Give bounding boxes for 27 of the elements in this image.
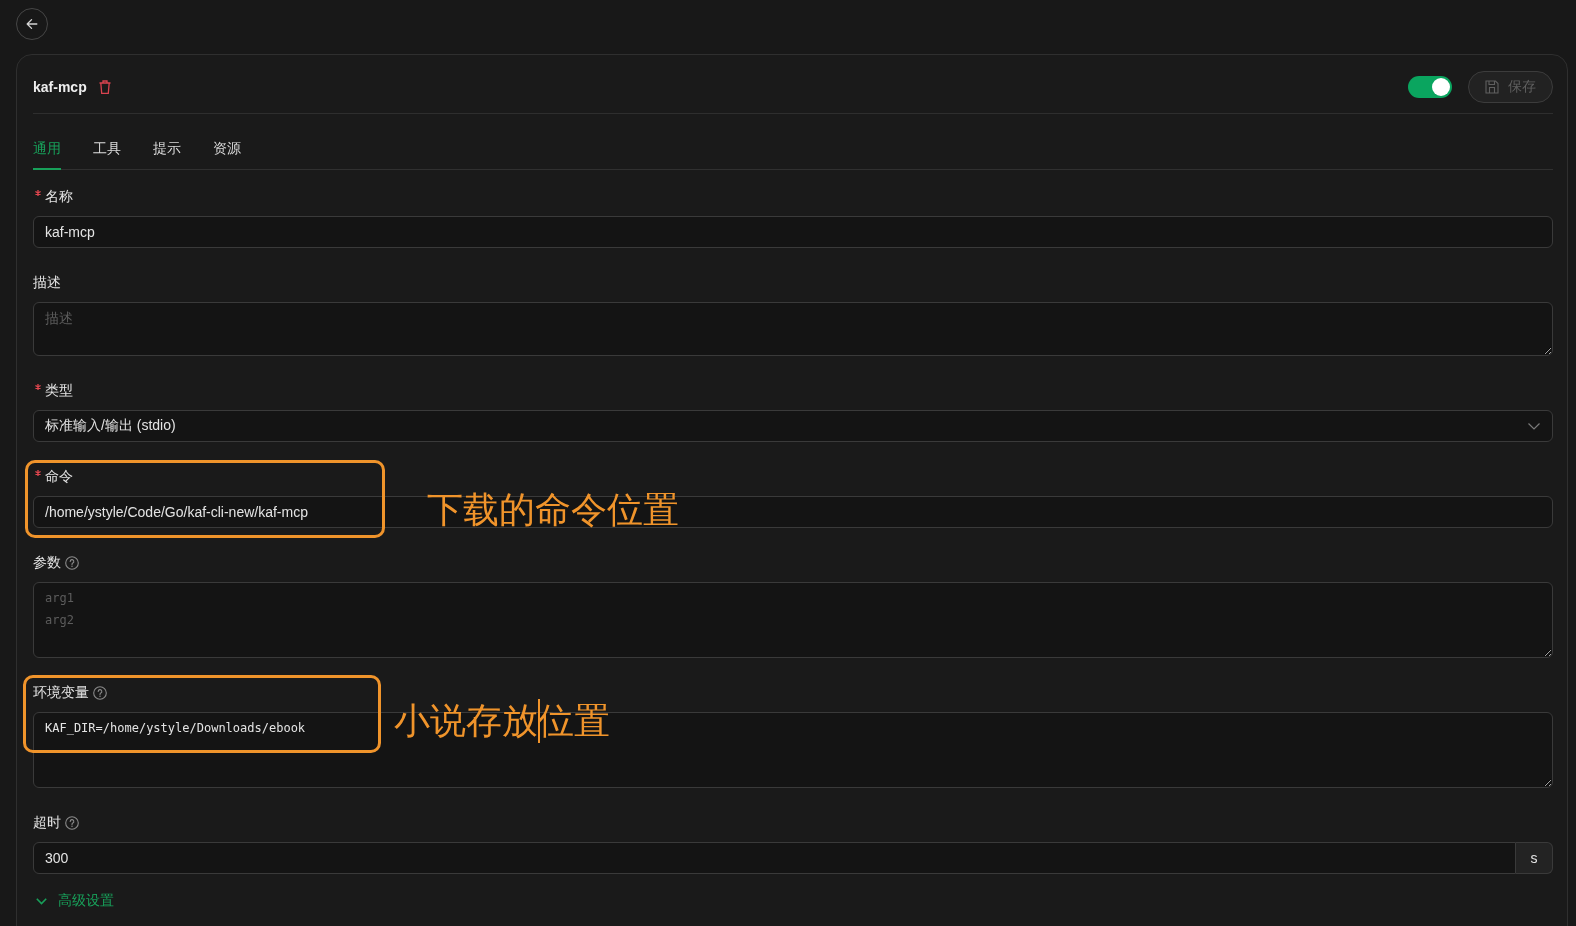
text-field[interactable]: 300: [33, 842, 1516, 874]
trash-icon[interactable]: [98, 80, 111, 94]
tab[interactable]: 工具: [93, 128, 121, 170]
help-icon[interactable]: [65, 556, 79, 570]
server-name: kaf-mcp: [33, 79, 87, 95]
field-label: 名称: [45, 188, 73, 206]
advanced-settings-toggle[interactable]: 高级设置: [33, 890, 114, 912]
chevron-down-icon: [36, 897, 47, 905]
toggle-switch[interactable]: [1408, 76, 1452, 98]
field-label: 命令: [45, 468, 73, 486]
tab[interactable]: 提示: [153, 128, 181, 170]
help-icon[interactable]: [93, 686, 107, 700]
chevron-down-icon: [1528, 422, 1540, 430]
text-area[interactable]: 描述: [33, 302, 1553, 356]
unit-label: s: [1516, 842, 1553, 874]
text-field[interactable]: kaf-mcp: [33, 216, 1553, 248]
field-label: 参数: [33, 554, 61, 572]
field-label: 超时: [33, 814, 61, 832]
text-area[interactable]: arg1 arg2: [33, 582, 1553, 658]
arrow-left-icon: [25, 17, 39, 31]
tab[interactable]: 资源: [213, 128, 241, 170]
select-field[interactable]: 标准输入/输出 (stdio): [33, 410, 1553, 442]
help-icon[interactable]: [65, 816, 79, 830]
field-label: 类型: [45, 382, 73, 400]
field-label: 描述: [33, 274, 61, 292]
tab[interactable]: 通用: [33, 128, 61, 170]
field-label: 环境变量: [33, 684, 89, 702]
